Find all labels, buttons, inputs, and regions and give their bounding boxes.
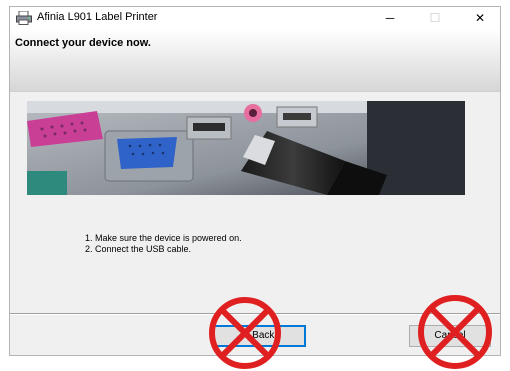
usb-connection-photo [27,101,465,195]
printer-icon [16,11,32,25]
maximize-button[interactable]: ☐ [415,7,455,29]
page-title: Connect your device now. [15,37,151,49]
minimize-button[interactable]: ─ [370,7,410,29]
title-bar: Afinia L901 Label Printer ─ ☐ ✕ [10,7,500,29]
close-button[interactable]: ✕ [460,7,500,29]
footer-divider [10,313,500,314]
installer-window: Afinia L901 Label Printer ─ ☐ ✕ Connect … [9,6,501,356]
wizard-header: Connect your device now. [10,29,500,92]
back-button[interactable]: < Back [212,325,306,347]
cancel-button[interactable]: Cancel [409,325,491,347]
instruction-step: 1. Make sure the device is powered on. [85,233,242,243]
instruction-step: 2. Connect the USB cable. [85,244,192,254]
window-title: Afinia L901 Label Printer [37,11,158,23]
instructions-list: 1. Make sure the device is powered on. 2… [85,233,242,255]
